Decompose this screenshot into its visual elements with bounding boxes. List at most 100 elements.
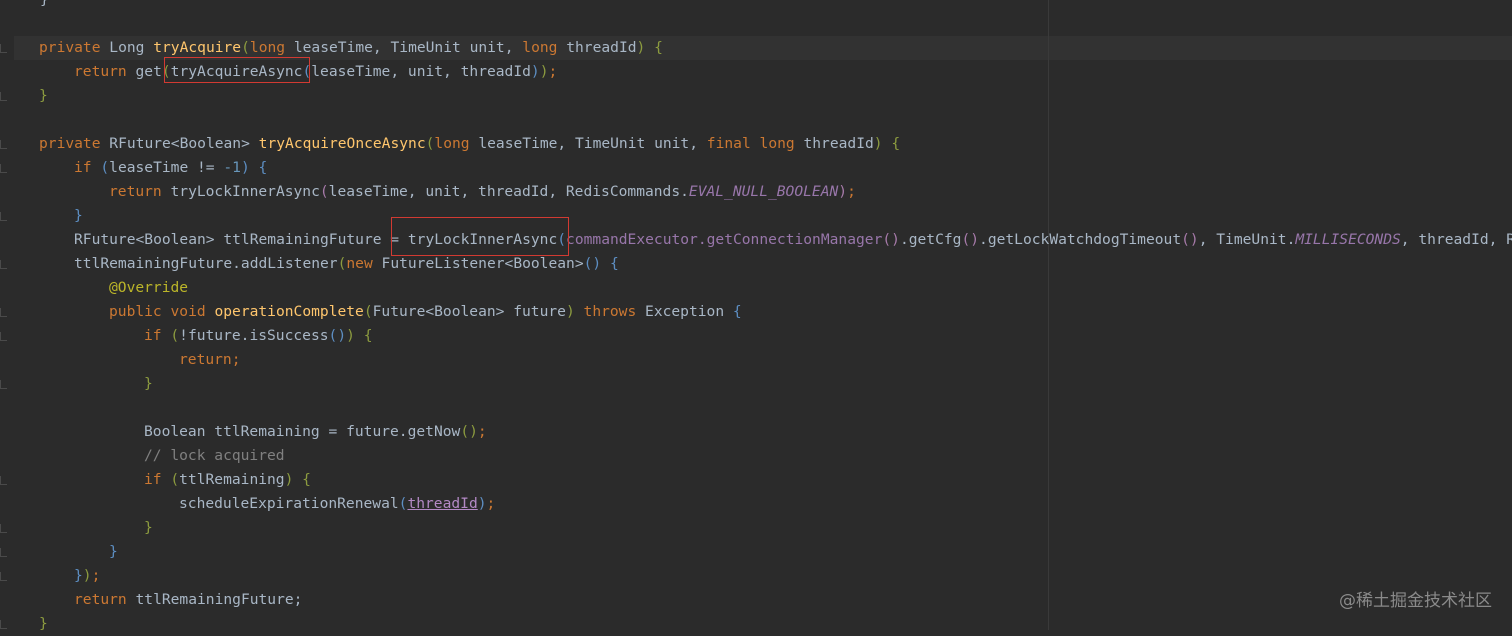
semicolon: ;: [847, 183, 856, 200]
keyword: if: [74, 159, 92, 176]
params: leaseTime, TimeUnit unit,: [285, 39, 523, 56]
code-line[interactable]: }: [74, 204, 83, 228]
keyword: new: [346, 255, 373, 272]
fold-marker-icon[interactable]: [0, 548, 7, 557]
code-line[interactable]: scheduleExpirationRenewal(threadId);: [179, 492, 495, 516]
fold-marker-icon[interactable]: [0, 212, 7, 221]
paren: ): [477, 495, 487, 512]
code-line[interactable]: Boolean ttlRemaining = future.getNow();: [144, 420, 487, 444]
brace: }: [74, 207, 83, 224]
paren: ): [240, 159, 250, 176]
semicolon: ;: [486, 495, 496, 512]
paren: (: [161, 471, 180, 488]
paren: ): [636, 39, 646, 56]
code-line[interactable]: public void operationComplete(Future<Boo…: [109, 300, 742, 324]
code-line[interactable]: });: [74, 564, 100, 588]
code-line[interactable]: if (ttlRemaining) {: [144, 468, 311, 492]
paren: ): [565, 303, 575, 320]
paren: ): [873, 135, 883, 152]
params: leaseTime, TimeUnit unit,: [469, 135, 707, 152]
code-text: .getLockWatchdogTimeout: [979, 231, 1182, 248]
keyword: long: [759, 135, 795, 152]
fold-marker-icon[interactable]: [0, 308, 7, 317]
paren: ): [838, 183, 848, 200]
keyword: void: [170, 303, 206, 320]
reference-link[interactable]: threadId: [407, 495, 477, 512]
fold-marker-icon[interactable]: [0, 572, 7, 581]
keyword: private: [39, 135, 101, 152]
paren: (): [583, 255, 602, 272]
brace: }: [74, 567, 83, 584]
fold-marker-icon[interactable]: [0, 44, 7, 53]
fold-marker-icon[interactable]: [0, 476, 7, 485]
fold-marker-icon[interactable]: [0, 524, 7, 533]
paren: (: [241, 39, 250, 56]
code-line[interactable]: if (!future.isSuccess()) {: [144, 324, 372, 348]
keyword: long: [434, 135, 470, 152]
fold-marker-icon[interactable]: [0, 260, 7, 269]
code-text: get: [126, 63, 162, 80]
code-line[interactable]: }: [39, 612, 48, 636]
comment: // lock acquired: [144, 447, 285, 464]
code-line[interactable]: return get(tryAcquireAsync(leaseTime, un…: [74, 60, 557, 84]
fold-marker-icon[interactable]: [0, 140, 7, 149]
paren: (): [328, 327, 347, 344]
brace: }: [39, 87, 48, 104]
code-line[interactable]: return ttlRemainingFuture;: [74, 588, 302, 612]
number-literal: -1: [223, 159, 241, 176]
paren: ): [539, 63, 549, 80]
code-line[interactable]: }: [39, 84, 48, 108]
fold-marker-icon[interactable]: [0, 164, 7, 173]
semicolon: ;: [231, 351, 241, 368]
method-name: tryAcquireOnceAsync: [258, 135, 426, 152]
code-line[interactable]: }: [144, 372, 153, 396]
paren: (): [882, 231, 900, 248]
keyword: public: [109, 303, 162, 320]
keyword: if: [144, 327, 162, 344]
code-line[interactable]: // lock acquired: [144, 444, 285, 468]
code-line[interactable]: return;: [179, 348, 241, 372]
code-line[interactable]: return tryLockInnerAsync(leaseTime, unit…: [109, 180, 856, 204]
code-text: , threadId, Re: [1400, 231, 1512, 248]
paren: (): [460, 423, 478, 440]
code-line[interactable]: if (leaseTime != -1) {: [74, 156, 267, 180]
code-line-tryacquire[interactable]: private Long tryAcquire(long leaseTime, …: [39, 36, 663, 60]
code-text: leaseTime !=: [109, 159, 224, 176]
paren: (): [1181, 231, 1199, 248]
keyword: return: [74, 591, 127, 608]
field: commandExecutor.getConnectionManager: [566, 231, 883, 248]
code-line[interactable]: @Override: [109, 276, 188, 300]
keyword: return: [74, 63, 127, 80]
brace: }: [144, 519, 153, 536]
keyword: return: [109, 183, 162, 200]
brace: }: [39, 615, 48, 632]
code-text: .getCfg: [899, 231, 962, 248]
paren: ): [530, 63, 540, 80]
fold-marker-icon[interactable]: [0, 332, 7, 341]
fold-marker-icon[interactable]: [0, 92, 7, 101]
code-line[interactable]: }: [40, 0, 49, 12]
keyword: private: [39, 39, 101, 56]
annotation: @Override: [109, 279, 189, 296]
paren: ): [82, 567, 92, 584]
code-text: ttlRemainingFuture;: [126, 591, 303, 608]
code-editor[interactable]: } private Long tryAcquire(long leaseTime…: [0, 0, 1512, 632]
brace: {: [293, 471, 311, 488]
code-line[interactable]: RFuture<Boolean> ttlRemainingFuture = tr…: [74, 228, 1512, 252]
fold-marker-icon[interactable]: [0, 380, 7, 389]
code-text: , TimeUnit.: [1198, 231, 1296, 248]
keyword: long: [249, 39, 286, 56]
paren: (: [319, 183, 329, 200]
fold-marker-icon[interactable]: [0, 620, 7, 629]
keyword: return: [179, 351, 232, 368]
code-line[interactable]: }: [109, 540, 118, 564]
semicolon: ;: [548, 63, 558, 80]
brace: {: [645, 39, 663, 56]
code-text: leaseTime, unit, threadId, RedisCommands…: [328, 183, 689, 200]
code-line[interactable]: }: [144, 516, 153, 540]
code-text: FutureListener<Boolean>: [372, 255, 584, 272]
highlight-box-tryacquireasync: [164, 57, 310, 83]
code-line-tryacquireonceasync[interactable]: private RFuture<Boolean> tryAcquireOnceA…: [39, 132, 900, 156]
